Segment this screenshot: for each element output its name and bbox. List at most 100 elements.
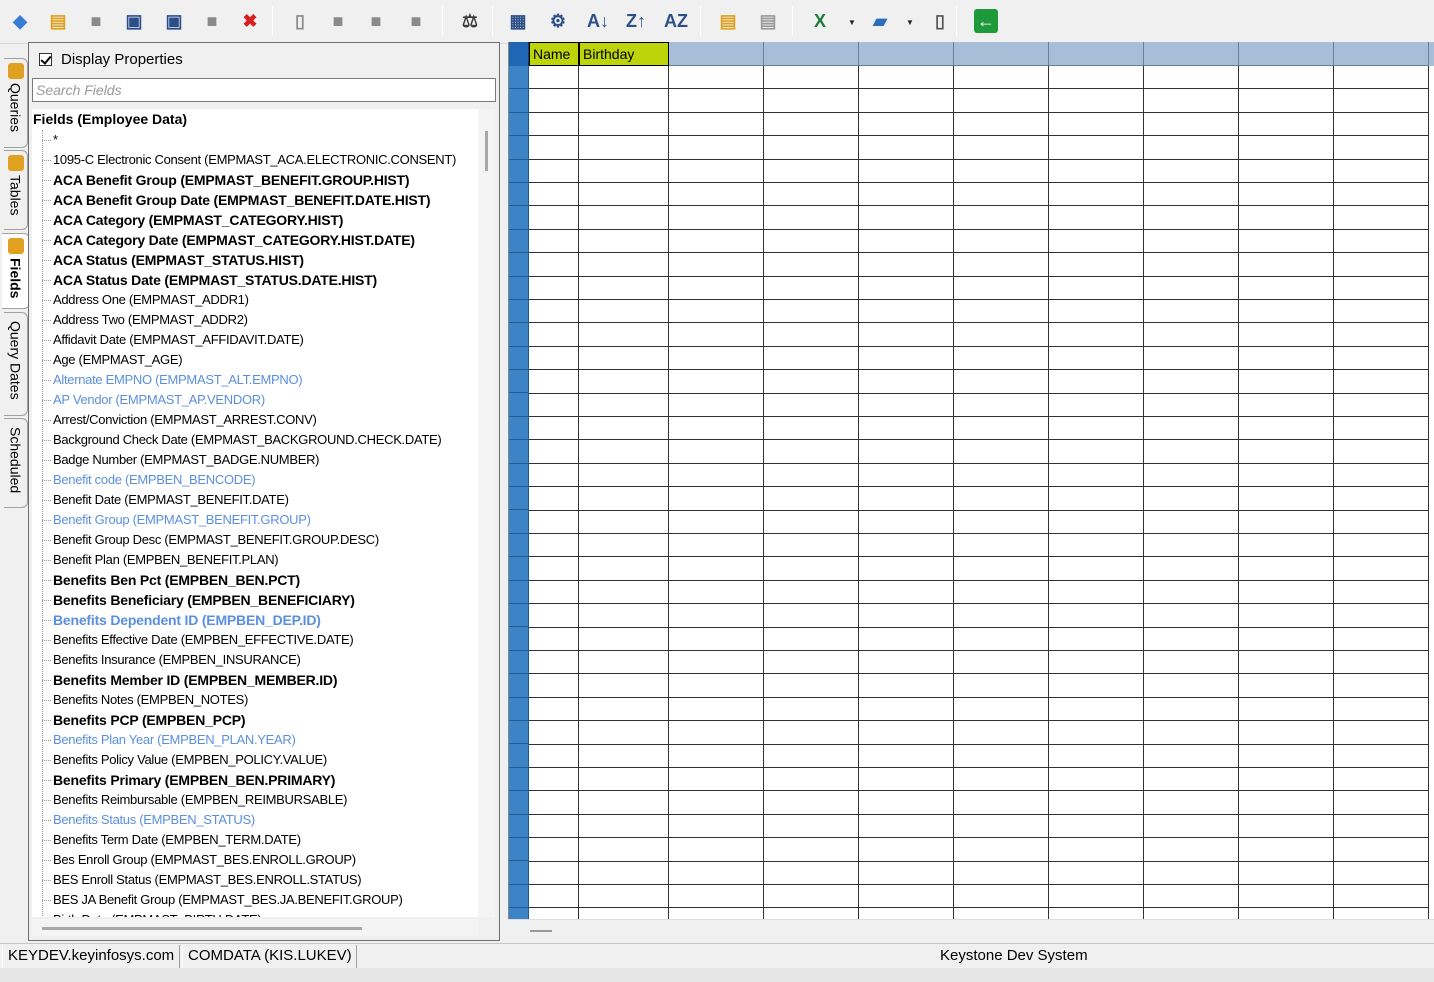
grid-cell[interactable]: [954, 393, 1049, 417]
grid-cell[interactable]: [764, 89, 859, 113]
grid-cell[interactable]: [579, 159, 669, 183]
grid-cell[interactable]: [1239, 487, 1334, 511]
field-item[interactable]: 1095-C Electronic Consent (EMPMAST_ACA.E…: [32, 150, 478, 170]
tab-query-dates[interactable]: Query Dates: [4, 312, 28, 416]
report-button[interactable]: ▰: [864, 5, 896, 37]
grid-cell[interactable]: [1049, 487, 1144, 511]
grid-cell[interactable]: [529, 417, 579, 441]
grid-cell[interactable]: [1144, 838, 1239, 862]
sort-columns-button[interactable]: AZ: [660, 5, 692, 37]
grid-cell[interactable]: [579, 417, 669, 441]
field-item[interactable]: Benefits Reimbursable (EMPBEN_REIMBURSAB…: [32, 790, 478, 810]
grid-cell[interactable]: [859, 744, 954, 768]
dropdown-arrow-icon[interactable]: ▼: [848, 18, 856, 27]
scrollbar-thumb[interactable]: [485, 131, 488, 171]
grid-cell[interactable]: [859, 697, 954, 722]
field-item[interactable]: ACA Status Date (EMPMAST_STATUS.DATE.HIS…: [32, 270, 478, 290]
grid-cell[interactable]: [1049, 89, 1144, 113]
disabled-button[interactable]: ■: [196, 5, 228, 37]
column-header-empty[interactable]: [669, 42, 764, 66]
grid-cell[interactable]: [579, 370, 669, 394]
grid-cell[interactable]: [529, 440, 579, 464]
grid-cell[interactable]: [529, 300, 579, 324]
grid-cell[interactable]: [1334, 534, 1429, 558]
grid-cell[interactable]: [529, 66, 579, 90]
grid-cell[interactable]: [954, 440, 1049, 464]
grid-cell[interactable]: [1049, 838, 1144, 862]
field-item[interactable]: Benefit Group Desc (EMPMAST_BENEFIT.GROU…: [32, 530, 478, 550]
grid-cell[interactable]: [1049, 440, 1144, 464]
grid-cell[interactable]: [669, 323, 764, 347]
grid-cell[interactable]: [579, 253, 669, 277]
grid-cell[interactable]: [1049, 768, 1144, 792]
grid-cell[interactable]: [529, 183, 579, 207]
row-selector[interactable]: [509, 697, 529, 721]
grid-cell[interactable]: [579, 604, 669, 628]
new-document-button[interactable]: ▯: [284, 5, 316, 37]
grid-cell[interactable]: [1239, 580, 1334, 605]
grid-cell[interactable]: [859, 908, 954, 919]
grid-cell[interactable]: [579, 697, 669, 722]
grid-cell[interactable]: [1144, 674, 1239, 698]
grid-cell[interactable]: [1049, 510, 1144, 534]
grid-cell[interactable]: [954, 861, 1049, 885]
row-selector[interactable]: [509, 276, 529, 300]
grid-cell[interactable]: [859, 66, 954, 90]
grid-cell[interactable]: [669, 159, 764, 183]
grid-cell[interactable]: [529, 393, 579, 417]
scrollbar-thumb[interactable]: [42, 927, 362, 930]
row-selector[interactable]: [509, 136, 529, 160]
grid-cell[interactable]: [1334, 463, 1429, 488]
grid-cell[interactable]: [1144, 627, 1239, 651]
grid-cell[interactable]: [764, 885, 859, 909]
row-selector[interactable]: [509, 510, 529, 534]
grid-cell[interactable]: [1049, 112, 1144, 137]
save-button[interactable]: ▣: [118, 5, 150, 37]
grid-cell[interactable]: [1144, 253, 1239, 277]
grid-cell[interactable]: [764, 721, 859, 745]
grid-cell[interactable]: [669, 229, 764, 254]
grid-cell[interactable]: [954, 276, 1049, 300]
grid-cell[interactable]: [954, 463, 1049, 488]
grid-cell[interactable]: [1239, 604, 1334, 628]
grid-cell[interactable]: [1334, 206, 1429, 230]
grid-cell[interactable]: [1334, 861, 1429, 885]
grid-cell[interactable]: [579, 136, 669, 160]
grid-cell[interactable]: [859, 276, 954, 300]
grid-cell[interactable]: [1049, 791, 1144, 815]
grid-cell[interactable]: [1144, 487, 1239, 511]
grid-cell[interactable]: [954, 651, 1049, 675]
grid-cell[interactable]: [529, 721, 579, 745]
grid-cell[interactable]: [954, 814, 1049, 839]
grid-cell[interactable]: [669, 136, 764, 160]
grid-cell[interactable]: [1049, 370, 1144, 394]
row-selector[interactable]: [509, 89, 529, 113]
tab-scheduled[interactable]: Scheduled: [4, 418, 28, 508]
row-selector[interactable]: [509, 159, 529, 183]
grid-cell[interactable]: [1144, 580, 1239, 605]
grid-cell[interactable]: [1334, 651, 1429, 675]
grid-cell[interactable]: [1239, 206, 1334, 230]
grid-cell[interactable]: [1239, 253, 1334, 277]
grid-cell[interactable]: [529, 814, 579, 839]
grid-cell[interactable]: [764, 206, 859, 230]
grid-cell[interactable]: [1144, 89, 1239, 113]
row-selector[interactable]: [509, 440, 529, 464]
field-item[interactable]: Benefits Status (EMPBEN_STATUS): [32, 810, 478, 830]
grid-cell[interactable]: [954, 487, 1049, 511]
grid-cell[interactable]: [1334, 768, 1429, 792]
column-header-empty[interactable]: [859, 42, 954, 66]
row-selector[interactable]: [509, 557, 529, 581]
grid-cell[interactable]: [529, 346, 579, 371]
grid-cell[interactable]: [579, 651, 669, 675]
grid-cell[interactable]: [1049, 183, 1144, 207]
delete-button[interactable]: ✖: [234, 5, 266, 37]
grid-cell[interactable]: [1239, 300, 1334, 324]
grid-cell[interactable]: [1049, 463, 1144, 488]
grid-cell[interactable]: [954, 791, 1049, 815]
grid-cell[interactable]: [529, 627, 579, 651]
row-selector[interactable]: [509, 206, 529, 230]
grid-cell[interactable]: [764, 744, 859, 768]
grid-cell[interactable]: [954, 89, 1049, 113]
grid-cell[interactable]: [1144, 346, 1239, 371]
